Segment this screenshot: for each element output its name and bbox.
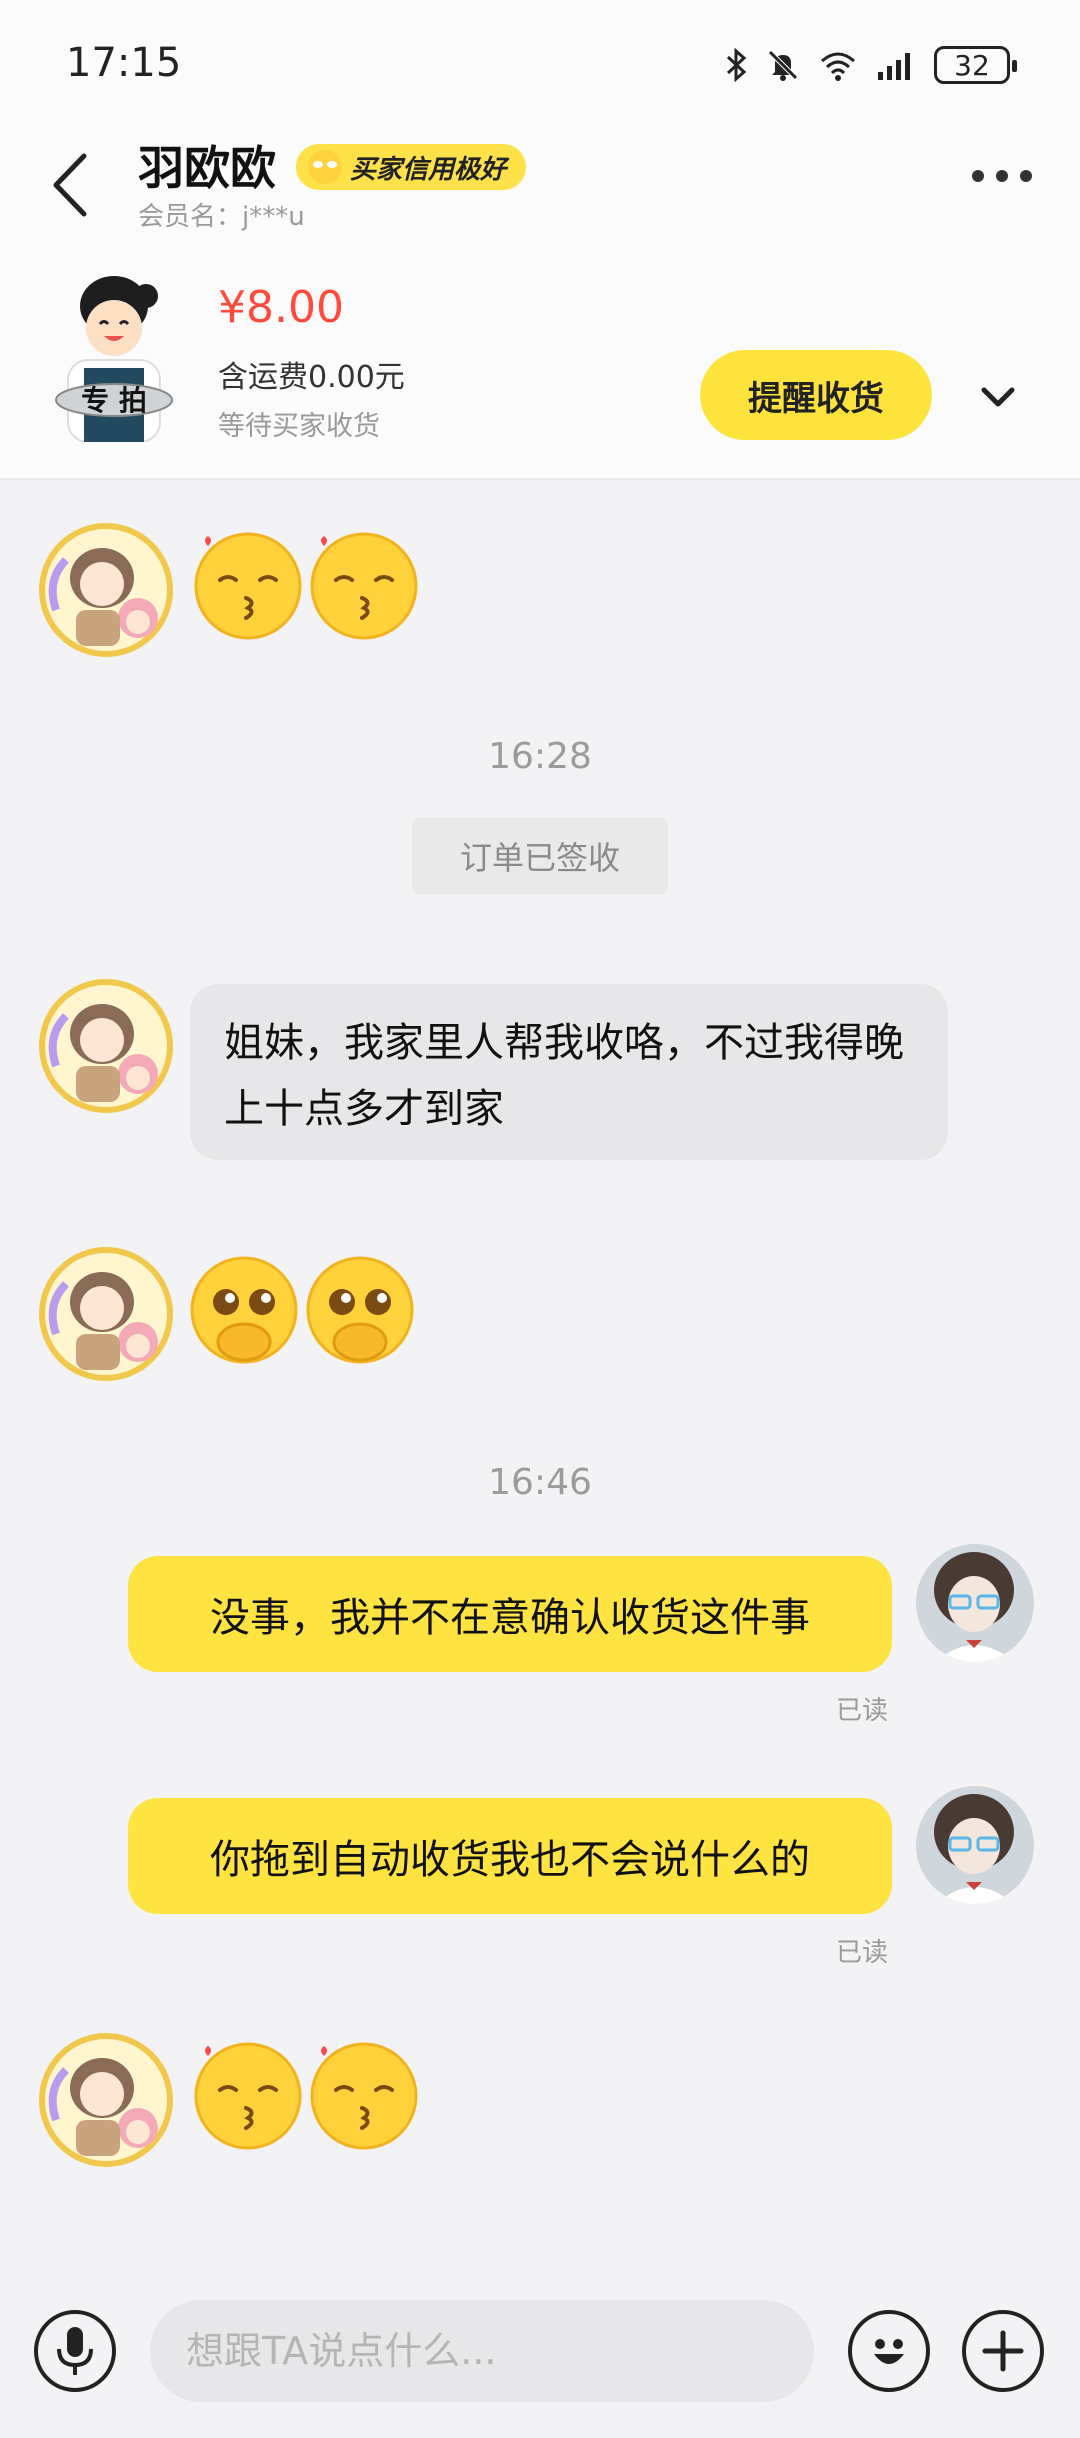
credit-badge: 买家信用极好 — [296, 144, 527, 190]
bluetooth-icon — [726, 48, 747, 82]
credit-badge-label: 买家信用极好 — [350, 154, 507, 185]
chevron-down-icon[interactable] — [968, 372, 1028, 422]
read-receipt: 已读 — [836, 1938, 889, 1968]
mute-bell-icon — [768, 50, 798, 81]
microphone-icon — [57, 2327, 93, 2375]
emoji-button[interactable] — [848, 2310, 930, 2392]
contact-name[interactable]: 羽欧欧 — [138, 132, 276, 198]
battery-level: 32 — [954, 48, 990, 82]
incoming-message-bubble[interactable]: 姐妹，我家里人帮我收咯，不过我得晚上十点多才到家 — [190, 984, 948, 1160]
kiss-emoji-icon — [310, 2042, 418, 2150]
buyer-avatar[interactable] — [36, 1244, 176, 1384]
battery-icon: 32 — [934, 46, 1017, 84]
smiley-icon — [874, 2339, 904, 2364]
seller-avatar[interactable] — [916, 1786, 1034, 1904]
cool-face-icon — [308, 150, 342, 184]
voice-button[interactable] — [34, 2310, 116, 2392]
kiss-emoji-icon — [194, 532, 302, 640]
buyer-avatar[interactable] — [36, 2030, 176, 2170]
plus-icon — [982, 2330, 1024, 2372]
timestamp: 16:28 — [488, 736, 592, 777]
header: 17:15 32 羽欧欧 买家信用极好 会员名：j***u 专 拍 ¥8.00 … — [0, 0, 1080, 478]
thumb-label: 专 拍 — [81, 384, 147, 417]
order-price: ¥8.00 — [218, 282, 344, 333]
status-icons: 32 — [726, 46, 1017, 84]
wifi-icon — [821, 52, 855, 81]
remind-receipt-button[interactable]: 提醒收货 — [700, 350, 932, 440]
outgoing-message-bubble[interactable]: 你拖到自动收货我也不会说什么的 — [128, 1798, 892, 1914]
seller-avatar[interactable] — [916, 1544, 1034, 1662]
timestamp: 16:46 — [488, 1462, 592, 1503]
kiss-emoji-icon — [194, 2042, 302, 2150]
shipping-fee: 含运费0.00元 — [218, 360, 405, 395]
header-divider — [0, 478, 1080, 480]
order-status: 等待买家收货 — [218, 411, 380, 442]
pleading-emoji-icon — [306, 1256, 414, 1364]
kiss-emoji-icon — [310, 532, 418, 640]
add-button[interactable] — [962, 2310, 1044, 2392]
pleading-emoji-icon — [190, 1256, 298, 1364]
product-thumbnail[interactable]: 专 拍 — [38, 272, 190, 442]
outgoing-message-bubble[interactable]: 没事，我并不在意确认收货这件事 — [128, 1556, 892, 1672]
signal-icon — [878, 53, 910, 80]
system-note: 订单已签收 — [412, 818, 668, 894]
message-input[interactable] — [150, 2300, 814, 2402]
more-options-icon[interactable] — [972, 170, 1032, 182]
member-name: 会员名：j***u — [138, 202, 305, 232]
read-receipt: 已读 — [836, 1696, 889, 1726]
buyer-avatar[interactable] — [36, 520, 176, 660]
buyer-avatar[interactable] — [36, 976, 176, 1116]
status-time: 17:15 — [66, 40, 182, 86]
back-icon[interactable] — [48, 150, 92, 220]
